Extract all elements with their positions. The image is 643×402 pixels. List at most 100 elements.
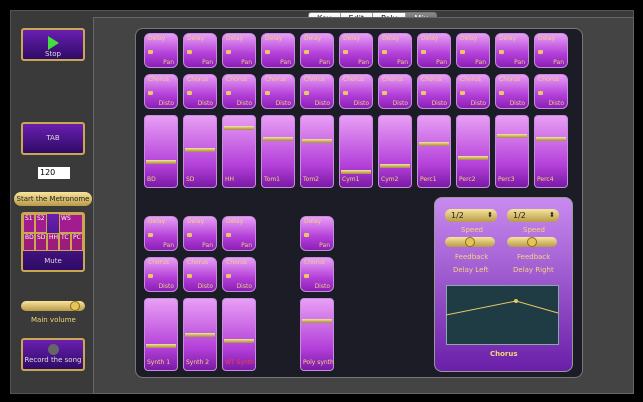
synth-channel-label: WT Synth [225, 359, 254, 366]
chorus-disto-knob[interactable]: Chorus Disto [222, 74, 256, 109]
channel-fader[interactable]: Cym2 [378, 115, 412, 188]
feedback-right-slider[interactable] [507, 237, 557, 247]
channel-fader[interactable]: SD [183, 115, 217, 188]
fader-cap[interactable] [497, 133, 527, 138]
synth-channel-label: Synth 2 [186, 359, 210, 366]
delay-pan-knob[interactable]: Delay Pan [144, 33, 178, 68]
synth-delay-pan-knob[interactable]: Delay Pan [222, 216, 256, 251]
tab-button[interactable]: TAB [21, 122, 85, 155]
knob-indicator [499, 50, 504, 54]
fader-cap[interactable] [458, 155, 488, 160]
mute-cell[interactable]: SD [34, 232, 47, 251]
mute-cell[interactable]: HH [46, 232, 60, 251]
channel-label: HH [225, 176, 235, 183]
delay-left-select[interactable]: 1/2 [445, 209, 497, 222]
channel-fader[interactable]: Perc2 [456, 115, 490, 188]
play-icon [47, 36, 59, 50]
mute-cell[interactable]: S2 [34, 214, 47, 233]
channel-fader[interactable]: HH [222, 115, 256, 188]
poly-chorus-disto-knob[interactable]: Chorus Disto [300, 257, 334, 292]
fader-cap[interactable] [419, 142, 449, 146]
mute-cell[interactable]: S1 [23, 214, 35, 233]
pan-knob-label: Pan [358, 59, 369, 66]
knob-indicator [382, 50, 387, 54]
channel-fader[interactable]: Tom2 [300, 115, 334, 188]
knob-indicator [265, 50, 270, 54]
synth-fader[interactable]: WT Synth [222, 298, 256, 371]
fader-cap[interactable] [224, 125, 254, 130]
delay-knob-label: Delay [499, 35, 517, 42]
chorus-disto-knob[interactable]: Chorus Disto [456, 74, 490, 109]
feedback-right-thumb[interactable] [527, 237, 537, 247]
delay-pan-knob[interactable]: Delay Pan [261, 33, 295, 68]
chorus-disto-knob[interactable]: Chorus Disto [300, 74, 334, 109]
chorus-disto-knob[interactable]: Chorus Disto [261, 74, 295, 109]
fader-cap[interactable] [341, 169, 371, 174]
synth-fader[interactable]: Synth 2 [183, 298, 217, 371]
synth-delay-pan-knob[interactable]: Delay Pan [144, 216, 178, 251]
chorus-disto-knob[interactable]: Chorus Disto [534, 74, 568, 109]
delay-pan-knob[interactable]: Delay Pan [534, 33, 568, 68]
stop-button[interactable]: Stop [21, 28, 85, 61]
fader-cap[interactable] [302, 139, 332, 144]
synth-chorus-disto-knob[interactable]: Chorus Disto [144, 257, 178, 292]
record-button[interactable]: Record the song [21, 338, 85, 371]
delay-knob-label: Delay [148, 35, 166, 42]
chorus-knob-label: Chorus [499, 76, 521, 83]
fader-cap[interactable] [536, 136, 566, 141]
fader-cap[interactable] [224, 338, 254, 343]
channel-fader[interactable]: Perc1 [417, 115, 451, 188]
pan-knob-label: Pan [475, 59, 486, 66]
delay-pan-knob[interactable]: Delay Pan [222, 33, 256, 68]
fader-cap[interactable] [185, 333, 215, 338]
synth-delay-pan-knob[interactable]: Delay Pan [183, 216, 217, 251]
channel-fader[interactable]: Cym1 [339, 115, 373, 188]
fader-cap[interactable] [146, 159, 176, 164]
mute-cell[interactable]: TC [59, 232, 71, 251]
delay-pan-knob[interactable]: Delay Pan [378, 33, 412, 68]
synth-chorus-disto-knob[interactable]: Chorus Disto [222, 257, 256, 292]
knob-indicator [343, 50, 348, 54]
main-volume-thumb[interactable] [69, 301, 80, 311]
mute-cell[interactable]: WS [59, 214, 83, 233]
fader-cap[interactable] [146, 344, 176, 349]
mute-cell[interactable]: BD [23, 232, 35, 251]
channel-fader[interactable]: Perc3 [495, 115, 529, 188]
delay-pan-knob[interactable]: Delay Pan [417, 33, 451, 68]
synth-chorus-disto-knob[interactable]: Chorus Disto [183, 257, 217, 292]
synth-fader[interactable]: Synth 1 [144, 298, 178, 371]
channel-fader[interactable]: Tom1 [261, 115, 295, 188]
delay-pan-knob[interactable]: Delay Pan [300, 33, 334, 68]
chorus-disto-knob[interactable]: Chorus Disto [339, 74, 373, 109]
chorus-disto-knob[interactable]: Chorus Disto [378, 74, 412, 109]
feedback-left-thumb[interactable] [465, 237, 475, 247]
fader-cap[interactable] [380, 164, 410, 168]
chorus-disto-knob[interactable]: Chorus Disto [417, 74, 451, 109]
channel-fader[interactable]: BD [144, 115, 178, 188]
delay-pan-knob[interactable]: Delay Pan [339, 33, 373, 68]
feedback-left-slider[interactable] [445, 237, 495, 247]
fader-cap[interactable] [263, 136, 293, 141]
delay-right-select[interactable]: 1/2 [507, 209, 559, 222]
mute-panel: S1 S2 WS BD SD HH TC PC Mute [21, 212, 85, 272]
fader-cap[interactable] [185, 147, 215, 152]
chorus-label: Chorus [490, 350, 518, 358]
delay-pan-knob[interactable]: Delay Pan [456, 33, 490, 68]
chorus-envelope-graph[interactable] [446, 285, 559, 345]
knob-indicator [382, 91, 387, 95]
metronome-button[interactable]: Start the Metronome [14, 192, 92, 206]
mute-cell[interactable]: PC [71, 232, 83, 251]
pan-knob-label: Pan [280, 59, 291, 66]
chorus-disto-knob[interactable]: Chorus Disto [495, 74, 529, 109]
delay-pan-knob[interactable]: Delay Pan [495, 33, 529, 68]
chorus-disto-knob[interactable]: Chorus Disto [183, 74, 217, 109]
main-volume-slider[interactable] [21, 301, 85, 311]
channel-fader[interactable]: Perc4 [534, 115, 568, 188]
tempo-input[interactable]: 120 [38, 167, 70, 179]
poly-delay-pan-knob[interactable]: Delay Pan [300, 216, 334, 251]
delay-pan-knob[interactable]: Delay Pan [183, 33, 217, 68]
speed-right-label: Speed [523, 226, 545, 234]
poly-synth-fader[interactable]: Poly synth [300, 298, 334, 371]
fader-cap[interactable] [302, 319, 332, 323]
chorus-disto-knob[interactable]: Chorus Disto [144, 74, 178, 109]
